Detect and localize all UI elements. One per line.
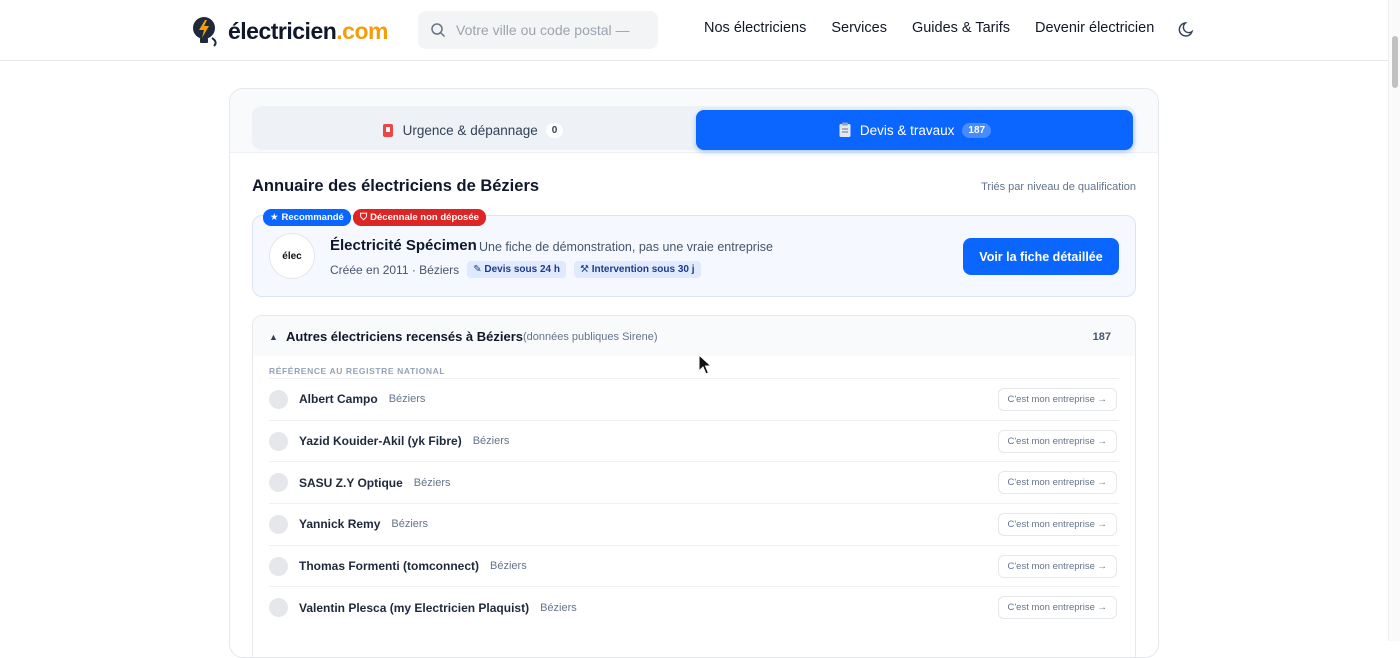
electrician-name: Valentin Plesca (my Electricien Plaquist…	[299, 600, 530, 615]
logo-text: électricien.com	[228, 17, 388, 44]
other-electricians-subtitle: (données publiques Sirene)	[523, 331, 658, 343]
electrician-city: Béziers	[413, 476, 451, 489]
electrician-city: Béziers	[388, 393, 426, 406]
view-detail-button[interactable]: Voir la fiche détaillée	[963, 238, 1119, 275]
claim-business-button[interactable]: C'est mon entreprise →	[997, 471, 1117, 495]
avatar	[269, 514, 288, 534]
nav-devenir-electricien[interactable]: Devenir électricien	[1035, 20, 1154, 36]
electrician-city: Béziers	[472, 435, 510, 448]
section-title: Annuaire des électriciens de Béziers	[252, 177, 540, 195]
moon-icon[interactable]	[1178, 20, 1196, 38]
directory-card: Urgence & dépannage 0 Devis & travaux 18…	[229, 88, 1159, 658]
claim-business-button[interactable]: C'est mon entreprise →	[997, 388, 1117, 411]
avatar	[269, 431, 288, 451]
city-search[interactable]	[418, 11, 658, 49]
registry-label: RÉFÉRENCE AU REGISTRE NATIONAL	[269, 366, 446, 376]
list-item: Yazid Kouider-Akil (yk Fibre) Béziers C'…	[269, 419, 1119, 462]
nav-services[interactable]: Services	[831, 20, 887, 36]
electrician-name: SASU Z.Y Optique	[299, 475, 403, 490]
list-item: Thomas Formenti (tomconnect) Béziers C'e…	[269, 544, 1119, 587]
list-item: Albert Campo Béziers C'est mon entrepris…	[269, 378, 1119, 420]
electrician-name: Thomas Formenti (tomconnect)	[299, 559, 480, 574]
avatar	[269, 473, 288, 493]
electrician-city: Béziers	[540, 601, 577, 614]
tab-urgence-count: 0	[545, 122, 564, 138]
search-input[interactable]	[456, 22, 646, 38]
claim-business-button[interactable]: C'est mon entreprise →	[997, 513, 1117, 537]
nav-guides-tarifs[interactable]: Guides & Tarifs	[912, 20, 1010, 36]
main-nav: Nos électriciens Services Guides & Tarif…	[704, 20, 1154, 36]
tab-urgence-label: Urgence & dépannage	[402, 122, 538, 138]
company-logo: élec	[269, 233, 315, 279]
tabs-track: Urgence & dépannage 0 Devis & travaux 18…	[252, 106, 1136, 150]
avatar	[269, 598, 288, 618]
tab-devis-label: Devis & travaux	[859, 122, 955, 138]
electrician-list: Albert Campo Béziers C'est mon entrepris…	[269, 378, 1119, 628]
electrician-name: Yannick Remy	[299, 517, 381, 532]
page-scrollbar[interactable]	[1388, 0, 1400, 641]
tabs-bar: Urgence & dépannage 0 Devis & travaux 18…	[230, 89, 1158, 153]
list-item: Yannick Remy Béziers C'est mon entrepris…	[269, 503, 1119, 545]
electrician-city: Béziers	[490, 560, 527, 573]
site-header: électricien.com Nos électriciens Service…	[0, 0, 1400, 61]
devis-chip: ✎ Devis sous 24 h	[467, 261, 566, 278]
list-item: Valentin Plesca (my Electricien Plaquist…	[269, 586, 1119, 628]
site-logo[interactable]: électricien.com	[190, 13, 388, 49]
decennale-badge: ⛉ Décennale non déposée	[353, 209, 486, 226]
fire-extinguisher-icon	[382, 124, 393, 137]
electrician-city: Béziers	[391, 518, 429, 531]
tab-devis[interactable]: Devis & travaux 187	[696, 110, 1133, 150]
shield-icon: ⛉	[360, 212, 368, 223]
list-item: SASU Z.Y Optique Béziers C'est mon entre…	[269, 461, 1119, 503]
decennale-label: Décennale non déposée	[370, 212, 479, 223]
claim-business-button[interactable]: C'est mon entreprise →	[997, 554, 1117, 578]
recommended-label: Recommandé	[281, 212, 344, 223]
collapse-triangle-icon: ▲	[269, 332, 278, 342]
company-meta: Créée en 2011 · Béziers ✎ Devis sous 24 …	[330, 261, 701, 278]
electrician-name: Yazid Kouider-Akil (yk Fibre)	[299, 434, 462, 449]
sort-note: Triés par niveau de qualification	[981, 181, 1136, 193]
mouse-cursor-icon	[698, 354, 712, 375]
claim-business-button[interactable]: C'est mon entreprise →	[997, 596, 1117, 620]
other-electricians-header[interactable]: ▲ Autres électriciens recensés à Béziers…	[253, 316, 1135, 356]
tools-icon: ⚒	[579, 264, 589, 275]
recommended-badge: ★ Recommandé	[263, 209, 351, 226]
other-electricians-title: Autres électriciens recensés à Béziers	[286, 329, 524, 344]
star-icon: ★	[270, 212, 279, 223]
intervention-chip: ⚒ Intervention sous 30 j	[573, 261, 701, 278]
other-electricians-count: 187	[1092, 331, 1111, 343]
avatar	[269, 556, 288, 576]
company-description: Une fiche de démonstration, pas une vrai…	[479, 240, 773, 254]
pencil-icon: ✎	[473, 264, 482, 275]
other-electricians: ▲ Autres électriciens recensés à Béziers…	[252, 315, 1136, 657]
company-founded-city: Créée en 2011 · Béziers	[330, 262, 460, 277]
claim-business-button[interactable]: C'est mon entreprise →	[997, 429, 1117, 453]
clipboard-icon	[839, 122, 851, 137]
lightbulb-icon	[193, 17, 217, 47]
company-logo-text: élec	[282, 250, 302, 262]
company-name: Électricité Spécimen	[330, 237, 477, 254]
nav-nos-electriciens[interactable]: Nos électriciens	[704, 20, 806, 36]
search-icon	[431, 23, 446, 38]
avatar	[269, 389, 288, 409]
tab-urgence[interactable]: Urgence & dépannage 0	[252, 110, 692, 150]
scrollbar-thumb[interactable]	[1392, 36, 1398, 88]
tab-devis-count: 187	[962, 122, 992, 138]
featured-listing[interactable]: ★ Recommandé ⛉ Décennale non déposée éle…	[252, 209, 1136, 297]
electrician-name: Albert Campo	[299, 392, 378, 407]
